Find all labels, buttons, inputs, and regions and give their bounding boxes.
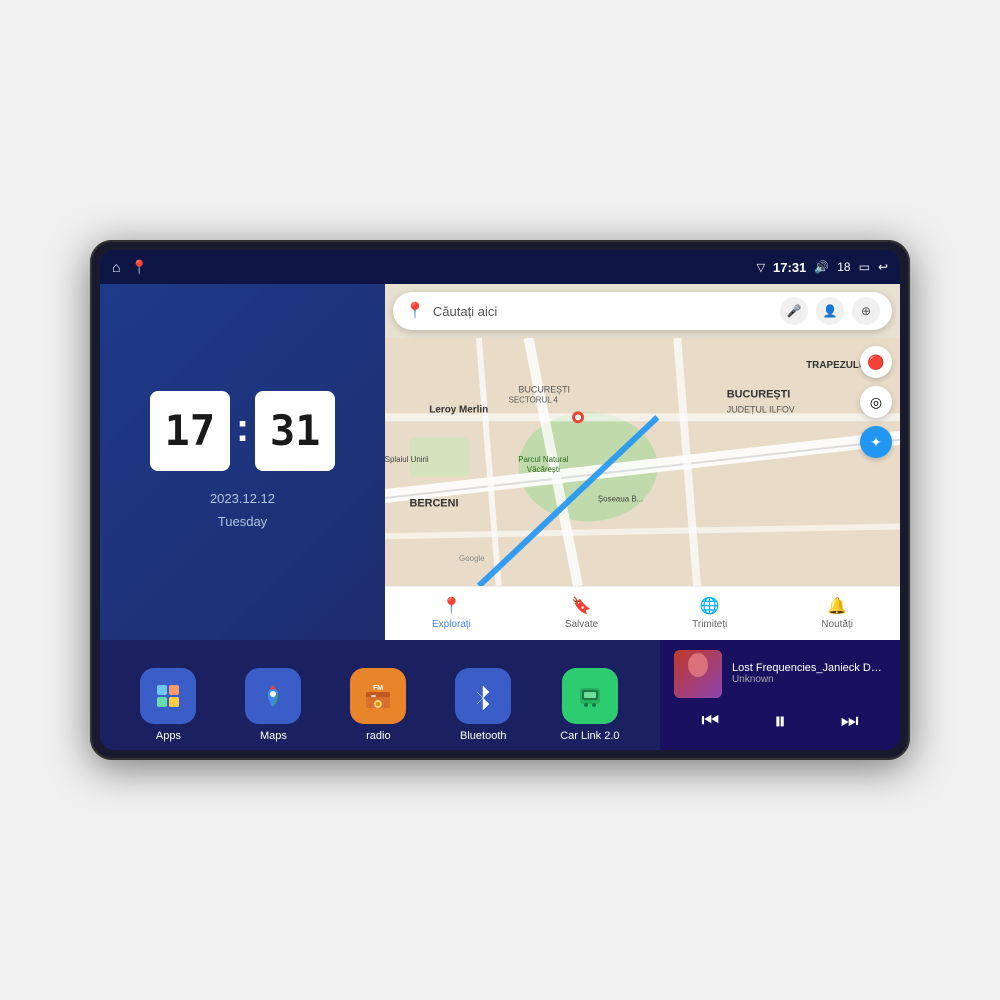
music-title: Lost Frequencies_Janieck Devy-... xyxy=(732,662,886,674)
clock-display: 17 : 31 xyxy=(150,391,335,471)
account-btn[interactable]: 👤 xyxy=(816,297,844,325)
clock-date: 2023.12.12 xyxy=(210,487,275,510)
bluetooth-icon xyxy=(455,668,511,724)
app-item-bluetooth[interactable]: Bluetooth xyxy=(455,668,511,742)
status-right: ▽ 17:31 🔊 18 ▭ ↩ xyxy=(757,260,888,275)
device-frame: ⌂ 📍 ▽ 17:31 🔊 18 ▭ ↩ 17 xyxy=(90,240,910,760)
main-content: 17 : 31 2023.12.12 Tuesday xyxy=(100,284,900,750)
carlink-icon xyxy=(562,668,618,724)
clock-minute-block: 31 xyxy=(255,391,335,471)
clock-hour: 17 xyxy=(165,406,216,455)
device-screen: ⌂ 📍 ▽ 17:31 🔊 18 ▭ ↩ 17 xyxy=(100,250,900,750)
clock-minute: 31 xyxy=(270,406,321,455)
map-area[interactable]: Leroy Merlin BUCUREȘTI SECTORUL 4 BERCEN… xyxy=(385,338,900,586)
map-search-input[interactable]: Căutați aici xyxy=(433,304,772,319)
svg-text:JUDEȚUL ILFOV: JUDEȚUL ILFOV xyxy=(727,404,795,414)
map-search-bar[interactable]: 📍 Căutați aici 🎤 👤 ⊕ xyxy=(393,292,892,330)
status-time: 17:31 xyxy=(773,260,806,275)
bottom-section: Apps Maps xyxy=(100,640,900,750)
status-left: ⌂ 📍 xyxy=(112,259,148,276)
svg-text:BUCUREȘTI: BUCUREȘTI xyxy=(727,389,791,401)
volume-icon: 🔊 xyxy=(814,260,829,274)
battery-icon: ▭ xyxy=(859,260,870,274)
map-nav-send-label: Trimiteți xyxy=(692,619,727,630)
clock-day: Tuesday xyxy=(210,510,275,533)
explore-icon: 📍 xyxy=(441,596,461,616)
svg-text:Leroy Merlin: Leroy Merlin xyxy=(429,404,488,415)
music-player: Lost Frequencies_Janieck Devy-... Unknow… xyxy=(660,640,900,750)
status-bar: ⌂ 📍 ▽ 17:31 🔊 18 ▭ ↩ xyxy=(100,250,900,284)
map-nav-saved-label: Salvate xyxy=(565,619,598,630)
apps-label: Apps xyxy=(156,730,181,742)
svg-text:Splaiul Unirii: Splaiul Unirii xyxy=(385,455,429,464)
map-nav-explore[interactable]: 📍 Explorați xyxy=(432,596,471,630)
compass-control[interactable]: 🔴 xyxy=(860,346,892,378)
back-icon[interactable]: ↩ xyxy=(878,260,888,274)
music-artist: Unknown xyxy=(732,674,886,685)
clock-hour-block: 17 xyxy=(150,391,230,471)
music-play-btn[interactable]: ⏸ xyxy=(774,708,786,736)
clock-panel: 17 : 31 2023.12.12 Tuesday xyxy=(100,284,385,640)
maps-icon xyxy=(245,668,301,724)
saved-icon: 🔖 xyxy=(572,596,592,616)
top-section: 17 : 31 2023.12.12 Tuesday xyxy=(100,284,900,640)
music-text: Lost Frequencies_Janieck Devy-... Unknow… xyxy=(732,662,886,685)
layers-btn[interactable]: ⊕ xyxy=(852,297,880,325)
svg-text:Google: Google xyxy=(459,554,485,563)
bluetooth-label: Bluetooth xyxy=(460,730,506,742)
volume-level: 18 xyxy=(837,260,850,274)
map-nav-bottom: 📍 Explorați 🔖 Salvate 🌐 Trimiteți � xyxy=(385,586,900,640)
map-panel: 📍 Căutați aici 🎤 👤 ⊕ xyxy=(385,284,900,640)
radio-icon: FM xyxy=(350,668,406,724)
map-nav-send[interactable]: 🌐 Trimiteți xyxy=(692,596,727,630)
app-item-radio[interactable]: FM radio xyxy=(350,668,406,742)
signal-icon: ▽ xyxy=(757,261,765,274)
map-visual: Leroy Merlin BUCUREȘTI SECTORUL 4 BERCEN… xyxy=(385,338,900,586)
music-info: Lost Frequencies_Janieck Devy-... Unknow… xyxy=(674,650,886,698)
map-nav-explore-label: Explorați xyxy=(432,619,471,630)
map-nav-saved[interactable]: 🔖 Salvate xyxy=(565,596,598,630)
map-svg: Leroy Merlin BUCUREȘTI SECTORUL 4 BERCEN… xyxy=(385,338,900,586)
clock-colon: : xyxy=(236,406,249,451)
music-prev-btn[interactable]: ⏮ xyxy=(701,710,719,733)
svg-text:BUCUREȘTI: BUCUREȘTI xyxy=(519,385,570,395)
app-launcher: Apps Maps xyxy=(100,640,660,750)
maps-label: Maps xyxy=(260,730,287,742)
app-item-maps[interactable]: Maps xyxy=(245,668,301,742)
svg-text:Șoseaua B...: Șoseaua B... xyxy=(598,495,643,504)
svg-text:SECTORUL 4: SECTORUL 4 xyxy=(509,395,559,404)
app-item-apps[interactable]: Apps xyxy=(140,668,196,742)
music-controls: ⏮ ⏸ ⏭ xyxy=(674,708,886,736)
clock-date-area: 2023.12.12 Tuesday xyxy=(210,487,275,534)
apps-icon xyxy=(140,668,196,724)
map-nav-news-label: Noutăți xyxy=(821,619,853,630)
map-nav-news[interactable]: 🔔 Noutăți xyxy=(821,596,853,630)
svg-text:Parcul Natural: Parcul Natural xyxy=(518,455,568,464)
svg-text:FM: FM xyxy=(373,685,383,692)
send-icon: 🌐 xyxy=(700,596,720,616)
location-control[interactable]: ◎ xyxy=(860,386,892,418)
album-art xyxy=(674,650,722,698)
svg-text:Văcărești: Văcărești xyxy=(527,465,560,474)
svg-text:BERCENI: BERCENI xyxy=(409,498,458,510)
music-thumbnail xyxy=(674,650,722,698)
radio-label: radio xyxy=(366,730,390,742)
news-icon: 🔔 xyxy=(827,596,847,616)
google-maps-icon: 📍 xyxy=(405,301,425,321)
location-icon[interactable]: 📍 xyxy=(130,259,147,276)
carlink-label: Car Link 2.0 xyxy=(560,730,619,742)
home-icon[interactable]: ⌂ xyxy=(112,259,120,275)
nav-control[interactable]: ✦ xyxy=(860,426,892,458)
app-item-carlink[interactable]: Car Link 2.0 xyxy=(560,668,619,742)
voice-search-btn[interactable]: 🎤 xyxy=(780,297,808,325)
map-search-controls: 🎤 👤 ⊕ xyxy=(780,297,880,325)
music-next-btn[interactable]: ⏭ xyxy=(841,710,859,733)
